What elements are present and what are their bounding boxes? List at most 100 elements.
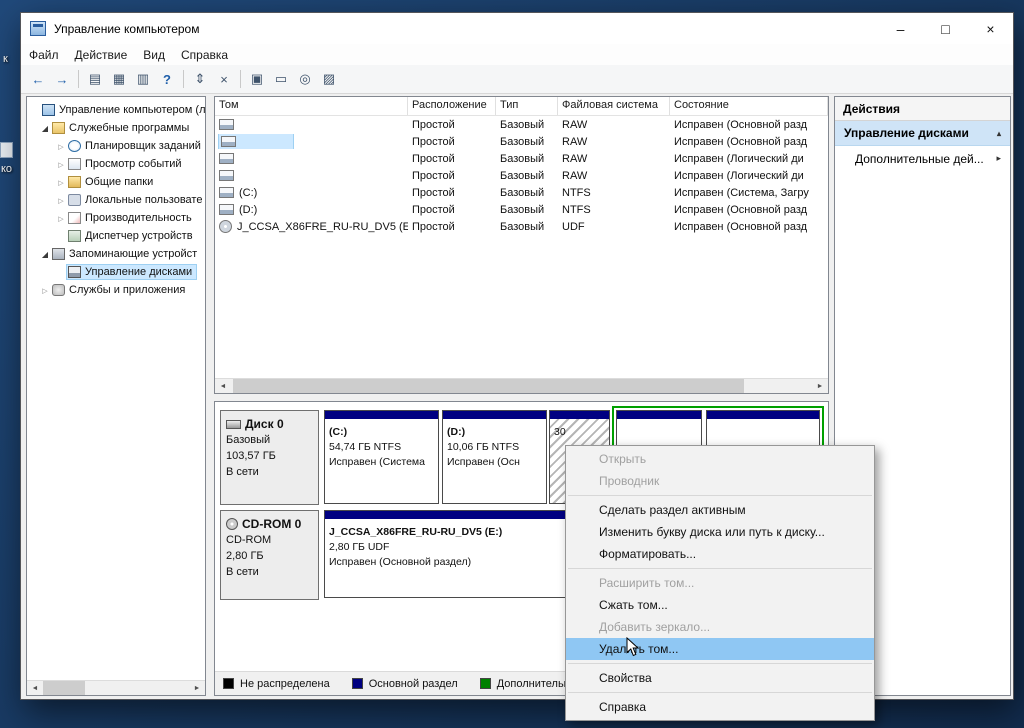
- volume-list-horizontal-scrollbar[interactable]: ◄ ►: [215, 378, 828, 393]
- legend-item: Основной раздел: [352, 678, 458, 690]
- tree-horizontal-scrollbar[interactable]: ◄ ►: [27, 680, 205, 695]
- forward-icon[interactable]: →: [50, 68, 74, 91]
- volume-row[interactable]: J_CCSA_X86FRE_RU-RU_DV5 (E:) Простой Баз…: [215, 218, 828, 235]
- menu-item-mark-partition-active[interactable]: Сделать раздел активным: [566, 499, 874, 521]
- back-icon[interactable]: ←: [26, 68, 50, 91]
- partition-color-bar: [550, 411, 609, 419]
- tree-view-icon[interactable]: ▥: [131, 68, 155, 91]
- tree-item-system-tools[interactable]: Служебные программы: [27, 119, 205, 137]
- tree-item-computer-management[interactable]: Управление компьютером (л: [27, 101, 205, 119]
- scrollbar-thumb[interactable]: [233, 379, 744, 393]
- event-viewer-icon: [68, 158, 81, 170]
- zoom-icon[interactable]: ◎: [293, 68, 317, 91]
- volume-row-selected[interactable]: Простой Базовый RAW Исправен (Основной р…: [215, 133, 828, 150]
- volume-row[interactable]: Простой Базовый RAW Исправен (Логический…: [215, 150, 828, 167]
- tree-item-shared-folders[interactable]: Общие папки: [27, 173, 205, 191]
- actions-pane-title: Действия: [835, 97, 1010, 121]
- window-title: Управление компьютером: [54, 22, 199, 36]
- menu-separator: [568, 692, 872, 693]
- chevron-right-icon[interactable]: ▸: [996, 153, 1001, 164]
- disk-icon: [226, 420, 241, 429]
- menu-help[interactable]: Справка: [173, 46, 236, 64]
- tree-item-local-users[interactable]: Локальные пользовате: [27, 191, 205, 209]
- chevron-collapsed-icon[interactable]: [55, 194, 67, 206]
- volume-row[interactable]: (C:) Простой Базовый NTFS Исправен (Сист…: [215, 184, 828, 201]
- extended-partition-swatch-icon: [480, 678, 491, 689]
- column-header-filesystem[interactable]: Файловая система: [558, 97, 670, 115]
- menu-item-delete-volume[interactable]: Удалить том...: [566, 638, 874, 660]
- menu-file[interactable]: Файл: [21, 46, 67, 64]
- list-view-icon[interactable]: ▦: [107, 68, 131, 91]
- scrollbar-thumb[interactable]: [43, 681, 85, 695]
- partition-color-bar: [707, 411, 819, 419]
- cd-icon: [226, 518, 238, 530]
- menu-item-add-mirror: Добавить зеркало...: [566, 616, 874, 638]
- open-folder-icon[interactable]: ▭: [269, 68, 293, 91]
- menu-item-format[interactable]: Форматировать...: [566, 543, 874, 565]
- partition-c[interactable]: (C:) 54,74 ГБ NTFS Исправен (Система: [324, 410, 439, 504]
- column-header-status[interactable]: Состояние: [670, 97, 828, 115]
- menu-view[interactable]: Вид: [135, 46, 173, 64]
- volume-icon: [219, 119, 234, 130]
- properties-icon[interactable]: ▣: [245, 68, 269, 91]
- app-icon: [30, 21, 46, 36]
- menu-item-change-drive-letter[interactable]: Изменить букву диска или путь к диску...: [566, 521, 874, 543]
- scroll-left-icon[interactable]: ◄: [27, 681, 43, 695]
- cdrom-info-card[interactable]: CD-ROM 0 CD-ROM 2,80 ГБ В сети: [220, 510, 319, 600]
- tree-item-task-scheduler[interactable]: Планировщик заданий: [27, 137, 205, 155]
- tree-item-storage[interactable]: Запоминающие устройст: [27, 245, 205, 263]
- chevron-expanded-icon[interactable]: [39, 248, 51, 260]
- toolbar-separator: [183, 70, 184, 88]
- volume-row[interactable]: Простой Базовый RAW Исправен (Основной р…: [215, 116, 828, 133]
- partition-d[interactable]: (D:) 10,06 ГБ NTFS Исправен (Осн: [442, 410, 547, 504]
- column-header-layout[interactable]: Расположение: [408, 97, 496, 115]
- cd-volume-icon: [219, 220, 232, 233]
- mouse-cursor: [626, 637, 641, 663]
- menu-item-properties[interactable]: Свойства: [566, 667, 874, 689]
- tree-item-services[interactable]: Службы и приложения: [27, 281, 205, 299]
- tree-item-event-viewer[interactable]: Просмотр событий: [27, 155, 205, 173]
- chevron-collapsed-icon[interactable]: [55, 140, 67, 152]
- volume-row[interactable]: (D:) Простой Базовый NTFS Исправен (Осно…: [215, 201, 828, 218]
- volume-icon: [219, 170, 234, 181]
- column-header-type[interactable]: Тип: [496, 97, 558, 115]
- delete-icon[interactable]: ×: [212, 68, 236, 91]
- actions-section-disk-management[interactable]: Управление дисками ▴: [835, 121, 1010, 146]
- menu-separator: [568, 568, 872, 569]
- chevron-up-icon[interactable]: ▴: [997, 129, 1001, 138]
- volume-row[interactable]: Простой Базовый RAW Исправен (Логический…: [215, 167, 828, 184]
- tree-item-disk-management[interactable]: Управление дисками: [27, 263, 205, 281]
- chevron-expanded-icon[interactable]: [39, 122, 51, 134]
- partition-color-bar: [443, 411, 546, 419]
- scroll-right-icon[interactable]: ►: [189, 681, 205, 695]
- column-header-volume[interactable]: Том: [215, 97, 408, 115]
- menu-bar: Файл Действие Вид Справка: [21, 44, 1013, 65]
- refresh-icon[interactable]: ⇕: [188, 68, 212, 91]
- computer-icon: [42, 104, 55, 116]
- minimize-button[interactable]: –: [878, 13, 923, 44]
- maximize-button[interactable]: □: [923, 13, 968, 44]
- menu-item-help[interactable]: Справка: [566, 696, 874, 718]
- volume-icon: [219, 153, 234, 164]
- system-tools-icon: [52, 122, 65, 134]
- primary-partition-swatch-icon: [352, 678, 363, 689]
- menu-action[interactable]: Действие: [67, 46, 136, 64]
- chevron-collapsed-icon[interactable]: [39, 284, 51, 296]
- tree-item-device-manager[interactable]: Диспетчер устройств: [27, 227, 205, 245]
- chevron-collapsed-icon[interactable]: [55, 176, 67, 188]
- partition-color-bar: [325, 411, 438, 419]
- menu-item-explorer: Проводник: [566, 470, 874, 492]
- help-icon[interactable]: ?: [155, 68, 179, 91]
- export-list-icon[interactable]: ▤: [83, 68, 107, 91]
- tree-item-performance[interactable]: Производительность: [27, 209, 205, 227]
- scroll-right-icon[interactable]: ►: [812, 379, 828, 393]
- menu-separator: [568, 495, 872, 496]
- settings-icon[interactable]: ▨: [317, 68, 341, 91]
- disk0-info-card[interactable]: Диск 0 Базовый 103,57 ГБ В сети: [220, 410, 319, 505]
- chevron-collapsed-icon[interactable]: [55, 158, 67, 170]
- scroll-left-icon[interactable]: ◄: [215, 379, 231, 393]
- close-button[interactable]: ×: [968, 13, 1013, 44]
- menu-item-shrink-volume[interactable]: Сжать том...: [566, 594, 874, 616]
- chevron-collapsed-icon[interactable]: [55, 212, 67, 224]
- actions-more-actions[interactable]: Дополнительные дей... ▸: [835, 146, 1010, 171]
